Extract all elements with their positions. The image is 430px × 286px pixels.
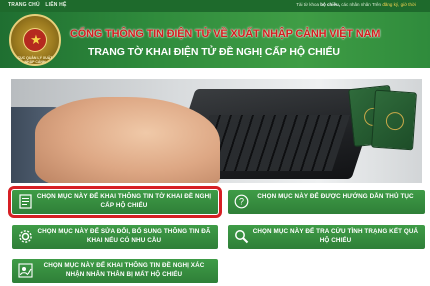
declare-passport-button[interactable]: CHỌN MỤC NÀY ĐỂ KHAI THÔNG TIN TỜ KHAI Đ…: [8, 186, 222, 218]
page-subtitle: TRANG TỜ KHAI ĐIỆN TỬ ĐỀ NGHỊ CẤP HỘ CHI…: [88, 46, 340, 58]
person-edit-icon: [17, 262, 34, 279]
notice-link[interactable]: đăng ký, giờ thời: [382, 2, 416, 7]
star-icon: ★: [30, 32, 42, 47]
top-notice: Tài từ khoa bộ chiều, các nhân nhân Trên…: [296, 2, 416, 7]
passport-seal: [385, 111, 405, 131]
search-icon: [233, 228, 250, 245]
emblem-center: ★: [23, 28, 47, 52]
guide-button-label: CHỌN MỤC NÀY ĐỂ ĐƯỢC HƯỚNG DẪN THỦ TỤC: [257, 193, 414, 200]
lookup-button-label: CHỌN MỤC NÀY ĐỂ TRA CỨU TÌNH TRẠNG KẾT Q…: [252, 228, 419, 244]
form-icon: [17, 193, 34, 210]
question-icon: ?: [233, 193, 250, 210]
nav-contact-link[interactable]: LIÊN HỆ: [45, 2, 66, 8]
edit-declaration-button[interactable]: CHỌN MỤC NÀY ĐỂ SỬA ĐỔI, BỔ SUNG THÔNG T…: [12, 225, 218, 249]
nav-home-link[interactable]: TRANG CHỦ: [8, 2, 40, 8]
svg-text:?: ?: [239, 197, 244, 207]
hands-image: [35, 97, 220, 183]
gear-icon: [17, 228, 34, 245]
hero-image: [11, 79, 422, 183]
portal-title: CỔNG THÔNG TIN ĐIỆN TỬ VỀ XUẤT NHẬP CẢNH…: [70, 28, 381, 40]
report-lost-passport-button[interactable]: CHỌN MỤC NÀY ĐỂ KHAI THÔNG TIN ĐỀ NGHỊ X…: [12, 259, 218, 283]
notice-prefix: Tài từ khoa: [296, 2, 319, 7]
guide-procedure-button[interactable]: ? CHỌN MỤC NÀY ĐỂ ĐƯỢC HƯỚNG DẪN THỦ TỤC: [228, 190, 425, 214]
declare-button-label: CHỌN MỤC NÀY ĐỂ KHAI THÔNG TIN TỜ KHAI Đ…: [36, 193, 212, 209]
lookup-status-button[interactable]: CHỌN MỤC NÀY ĐỂ TRA CỨU TÌNH TRẠNG KẾT Q…: [228, 225, 425, 249]
notice-middle: các nhân nhân Trên: [341, 2, 382, 7]
emblem-text: CỤC QUẢN LÝ XUẤT NHẬP CẢNH: [17, 56, 53, 64]
top-bar: TRANG CHỦ LIÊN HỆ Tài từ khoa bộ chiều, …: [0, 0, 430, 12]
notice-bold: bộ chiều,: [320, 2, 341, 7]
top-nav: TRANG CHỦ LIÊN HỆ: [8, 2, 71, 8]
passport-image: [371, 89, 417, 151]
edit-button-label: CHỌN MỤC NÀY ĐỂ SỬA ĐỔI, BỔ SUNG THÔNG T…: [37, 228, 211, 244]
lost-button-label: CHỌN MỤC NÀY ĐỂ KHAI THÔNG TIN ĐỀ NGHỊ X…: [43, 262, 205, 278]
header-banner: ★ CỤC QUẢN LÝ XUẤT NHẬP CẢNH CỔNG THÔNG …: [0, 12, 430, 68]
emblem-logo: ★ CỤC QUẢN LÝ XUẤT NHẬP CẢNH: [9, 14, 61, 66]
